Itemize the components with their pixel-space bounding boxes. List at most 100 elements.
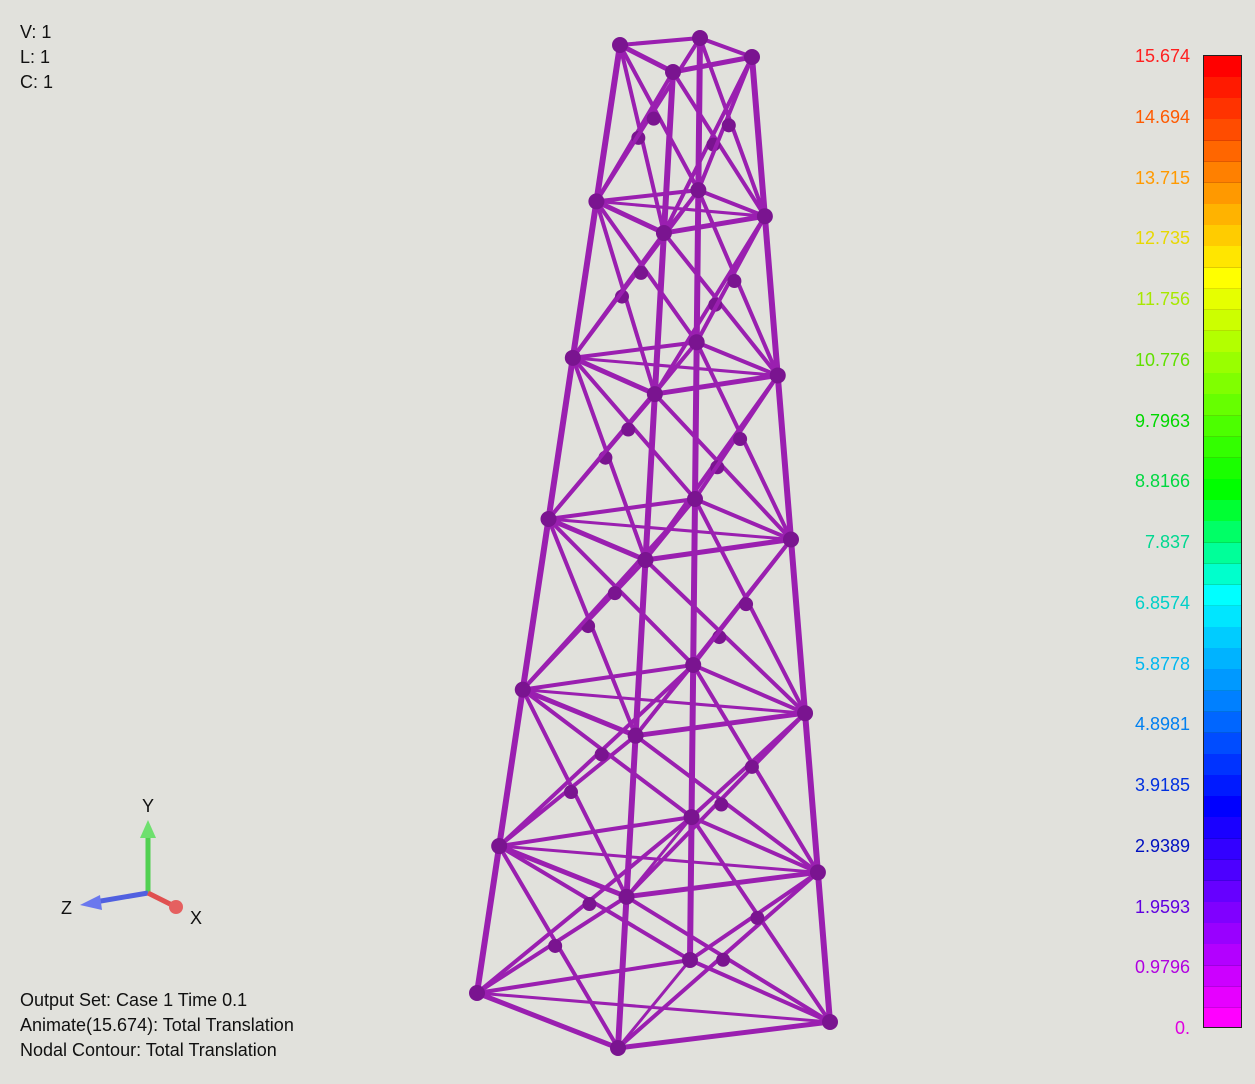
legend-band <box>1204 373 1241 395</box>
legend-value-label: 10.776 <box>1134 349 1190 370</box>
legend-band <box>1204 923 1241 945</box>
truss-node <box>637 552 654 568</box>
legend-band <box>1204 56 1241 78</box>
truss-member <box>474 990 621 1051</box>
legend-band <box>1204 225 1241 247</box>
truss-node <box>809 864 826 881</box>
legend-value-label: 15.674 <box>1134 46 1190 66</box>
y-axis-label: Y <box>142 796 154 816</box>
truss-node <box>514 681 531 698</box>
truss-node <box>618 888 635 905</box>
truss-node <box>594 747 609 762</box>
truss-node <box>739 597 754 612</box>
view-number: V: 1 <box>20 22 52 42</box>
legend-band <box>1204 246 1241 268</box>
z-axis-arrow <box>94 890 149 905</box>
truss-node <box>687 491 703 507</box>
layer-number: L: 1 <box>20 47 51 67</box>
legend-value-label: 5.8778 <box>1134 653 1190 674</box>
truss-member <box>615 1019 833 1051</box>
truss-node <box>688 334 705 351</box>
legend-value-label: 8.8166 <box>1134 471 1190 492</box>
axes-triad: Y Z X <box>61 796 202 928</box>
x-axis-label: X <box>190 908 202 928</box>
truss-node <box>733 432 748 447</box>
legend-value-label: 13.715 <box>1134 167 1190 188</box>
truss-node <box>783 531 799 548</box>
truss-node <box>744 49 760 65</box>
legend-band <box>1204 161 1241 184</box>
truss-node <box>612 37 628 53</box>
truss-node <box>564 785 579 800</box>
truss-node <box>721 118 736 133</box>
x-axis-arrow <box>146 890 174 908</box>
legend-value-label: 0.9796 <box>1134 957 1190 978</box>
legend-band <box>1204 140 1241 163</box>
truss-member <box>633 710 808 739</box>
legend-value-label: 11.756 <box>1136 289 1190 309</box>
truss-node <box>690 182 707 199</box>
truss-node <box>750 910 765 925</box>
color-number: C: 1 <box>20 72 54 92</box>
truss-node <box>769 367 786 384</box>
legend-band <box>1204 309 1241 332</box>
legend-band <box>1204 415 1241 438</box>
legend-band <box>1204 77 1241 99</box>
truss-node <box>582 897 597 912</box>
truss-node <box>822 1014 838 1030</box>
legend-band <box>1204 690 1241 713</box>
legend-band <box>1204 182 1241 205</box>
truss-node <box>610 1040 626 1056</box>
legend-band <box>1204 711 1241 734</box>
legend-band <box>1204 457 1241 480</box>
legend-band <box>1204 754 1241 776</box>
truss-tower-model <box>469 30 838 1056</box>
y-axis-arrowhead <box>140 820 156 838</box>
legend-band <box>1204 352 1241 374</box>
truss-node <box>683 809 700 826</box>
legend-band <box>1204 796 1241 818</box>
animate-text: Animate(15.674): Total Translation <box>20 1015 294 1035</box>
legend-band <box>1204 859 1241 882</box>
legend-band <box>1204 902 1241 924</box>
legend-value-label: 14.694 <box>1134 106 1190 127</box>
truss-node <box>564 349 581 366</box>
model-viewport[interactable]: Y Z X <box>0 0 1255 1084</box>
legend-band <box>1204 627 1241 649</box>
legend-band <box>1204 394 1241 417</box>
legend-band <box>1204 648 1241 670</box>
truss-node <box>744 759 759 774</box>
truss-node <box>469 985 485 1001</box>
truss-node <box>627 727 644 744</box>
legend-value-label: 1.9593 <box>1134 896 1190 917</box>
truss-node <box>548 938 563 953</box>
output-set-text: Output Set: Case 1 Time 0.1 <box>20 990 248 1010</box>
truss-node <box>714 797 729 812</box>
truss-node <box>756 208 773 225</box>
legend-band <box>1204 817 1241 840</box>
truss-node <box>646 386 663 403</box>
legend-band <box>1204 944 1241 967</box>
truss-node <box>682 952 698 968</box>
legend-band <box>1204 563 1241 586</box>
output-info: Output Set: Case 1 Time 0.1 Animate(15.6… <box>20 988 294 1063</box>
contour-legend-bar <box>1203 55 1242 1028</box>
legend-band <box>1204 880 1241 903</box>
legend-band <box>1204 986 1241 1009</box>
truss-node <box>716 952 731 967</box>
legend-band <box>1204 288 1241 311</box>
truss-node <box>727 274 742 289</box>
legend-band <box>1204 775 1241 797</box>
legend-band <box>1204 584 1241 607</box>
truss-node <box>607 586 622 601</box>
legend-band <box>1204 1007 1241 1027</box>
truss-node <box>621 422 636 437</box>
legend-band <box>1204 965 1241 988</box>
z-axis-label: Z <box>61 898 72 918</box>
legend-band <box>1204 838 1241 861</box>
legend-band <box>1204 669 1241 692</box>
legend-value-label: 6.8574 <box>1134 592 1190 613</box>
truss-member <box>618 36 702 47</box>
legend-band <box>1204 267 1241 290</box>
legend-band <box>1204 98 1241 120</box>
